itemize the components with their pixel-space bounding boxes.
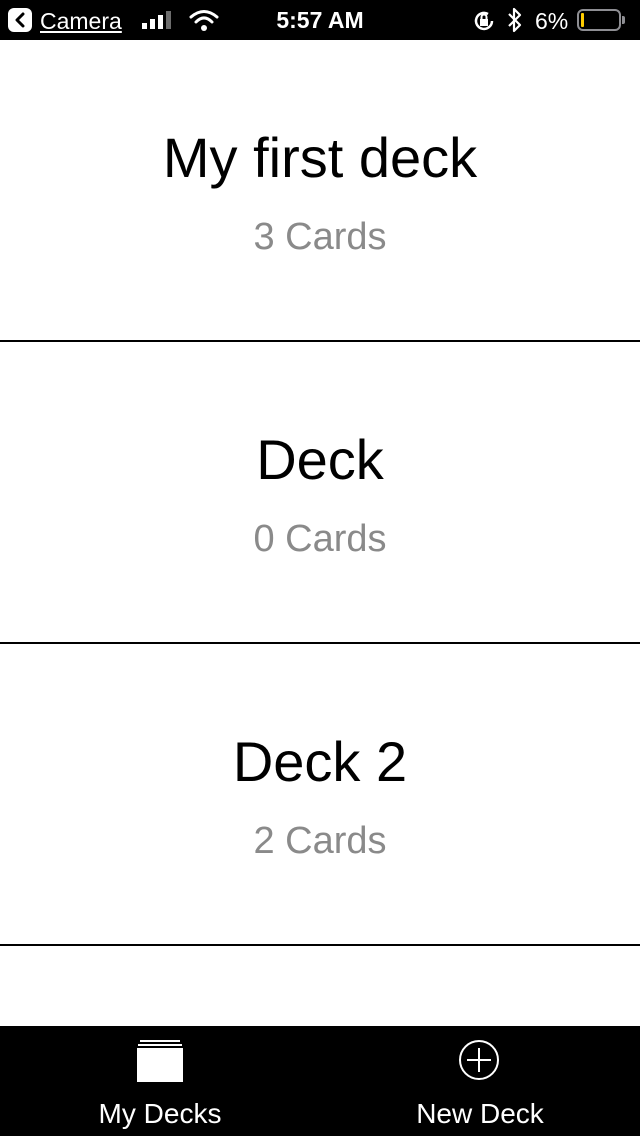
- battery-percent: 6%: [535, 8, 569, 34]
- deck-list-item[interactable]: Deck 0 Cards: [0, 342, 640, 644]
- deck-list: My first deck 3 Cards Deck 0 Cards Deck …: [0, 40, 640, 1026]
- status-bar: Camera 5:57 AM 6%: [0, 0, 640, 40]
- add-circle-icon: [459, 1040, 499, 1080]
- tab-bar: My Decks New Deck: [0, 1026, 640, 1136]
- deck-card-count: 2 Cards: [253, 820, 387, 862]
- deck-list-item[interactable]: My first deck 3 Cards: [0, 40, 640, 342]
- deck-card-count: 0 Cards: [253, 518, 387, 560]
- deck-title: Deck: [256, 428, 384, 491]
- tab-label: New Deck: [416, 1098, 544, 1129]
- battery-icon: [577, 9, 625, 31]
- tab-new-deck[interactable]: New Deck: [320, 1026, 640, 1136]
- deck-list-item[interactable]: Deck 2 2 Cards: [0, 644, 640, 946]
- battery-nub: [622, 16, 625, 24]
- deck-stack-icon: [137, 1040, 183, 1082]
- deck-title: My first deck: [162, 126, 478, 189]
- rotation-lock-icon: [474, 11, 494, 31]
- tab-label: My Decks: [98, 1098, 222, 1129]
- deck-title: Deck 2: [232, 730, 408, 793]
- deck-card-count: 3 Cards: [253, 216, 387, 258]
- battery-level: [581, 13, 584, 27]
- tab-my-decks[interactable]: My Decks: [0, 1026, 320, 1136]
- bluetooth-icon: [508, 7, 522, 33]
